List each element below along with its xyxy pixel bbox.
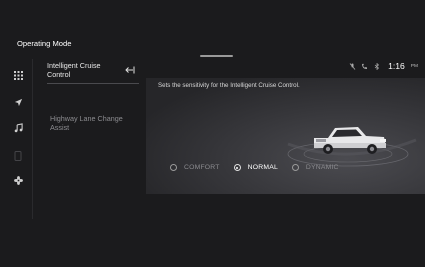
phone-icon [361, 63, 368, 70]
menu-item-highway-lane-change-assist[interactable]: Highway Lane Change Assist [50, 114, 130, 133]
option-dynamic-label: DYNAMIC [305, 164, 339, 171]
drag-handle[interactable] [200, 55, 233, 57]
fan-icon[interactable] [10, 172, 26, 188]
clock-time: 1:16 [388, 61, 405, 71]
setting-description: Sets the sensitivity for the Intelligent… [158, 82, 300, 89]
bluetooth-icon [373, 62, 380, 70]
infotainment-screen: Intelligent Cruise Control Operating Mod… [0, 0, 425, 267]
mic-muted-icon [349, 62, 356, 70]
mode-options: COMFORT NORMAL DYNAMIC [170, 164, 353, 171]
back-arrow-icon[interactable] [123, 63, 137, 77]
clock-ampm: PM [410, 63, 418, 69]
radio-normal[interactable] [233, 164, 241, 171]
settings-menu: Intelligent Cruise Control [33, 59, 145, 219]
menu-item-operating-mode[interactable]: Operating Mode [17, 39, 71, 48]
option-comfort-label: COMFORT [184, 164, 220, 171]
music-note-icon[interactable] [10, 120, 26, 136]
navigation-arrow-icon[interactable] [10, 94, 26, 110]
status-bar: 1:16 PM [349, 61, 418, 71]
menu-divider [47, 83, 139, 84]
menu-title: Intelligent Cruise Control [47, 61, 101, 79]
radio-comfort[interactable] [170, 164, 177, 171]
radio-dynamic[interactable] [291, 164, 299, 171]
apps-grid-icon[interactable] [10, 67, 26, 83]
option-normal-label: NORMAL [247, 164, 278, 171]
option-normal[interactable]: NORMAL [233, 164, 278, 171]
option-dynamic[interactable]: DYNAMIC [291, 164, 339, 171]
nav-rail [4, 59, 33, 219]
option-comfort[interactable]: COMFORT [170, 164, 220, 171]
phone-disabled-icon[interactable] [10, 148, 26, 164]
